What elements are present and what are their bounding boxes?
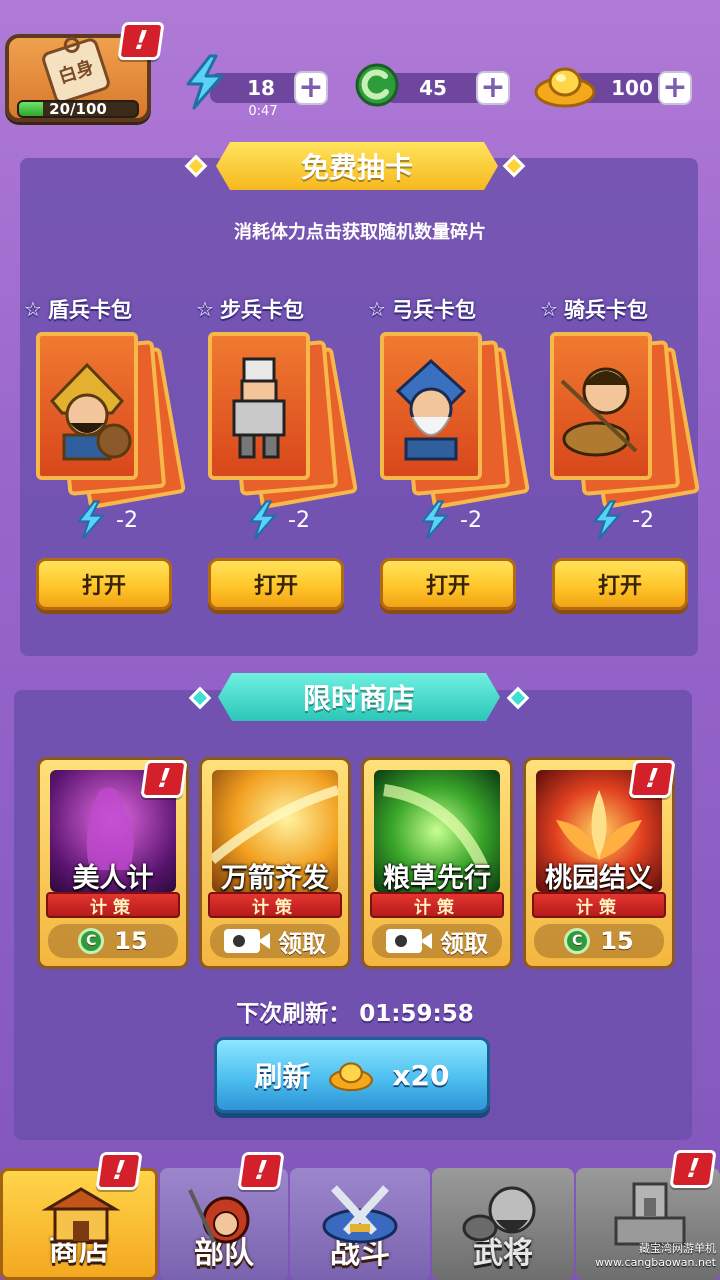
shop-item-tag: 计策 xyxy=(46,892,180,918)
energy-bolt-icon xyxy=(176,54,232,110)
shop-item-claim-label: 领取 xyxy=(440,929,488,958)
pack-card-cavalry[interactable] xyxy=(550,332,701,510)
shop-item-liangcaoxianxing[interactable]: 粮草先行 计策 领取 xyxy=(361,757,513,969)
shop-item-alert-icon: ! xyxy=(140,760,188,798)
shop-item-name: 美人计 xyxy=(72,863,154,894)
shop-item-tag: 计策 xyxy=(208,892,342,918)
shop-building-icon xyxy=(41,1185,121,1249)
pack-card-infantry[interactable] xyxy=(208,332,359,510)
pack-cost-infantry: -2 xyxy=(242,500,310,540)
shop-item-tag: 计策 xyxy=(532,892,666,918)
shop-item-tag: 计策 xyxy=(370,892,504,918)
pack-cost-value: -2 xyxy=(116,507,138,533)
pack-cost-value: -2 xyxy=(632,507,654,533)
nav-alert-icon: ! xyxy=(95,1152,143,1190)
shop-item-name: 万箭齐发 xyxy=(221,863,329,894)
star-icon: ☆ xyxy=(540,297,558,321)
shop-item-wanjianqifa[interactable]: 万箭齐发 计策 领取 xyxy=(199,757,351,969)
exp-progress-bar: 20/100 xyxy=(17,100,139,118)
shop-item-claim-label: 领取 xyxy=(278,929,326,958)
pack-name: 弓兵卡包 xyxy=(391,298,476,322)
shop-item-alert-icon: ! xyxy=(628,760,676,798)
infantry-soldier-portrait xyxy=(208,332,310,480)
site-watermark: 藏宝湾网游单机 www.cangbaowan.net xyxy=(595,1242,716,1269)
free-draw-title: 免费抽卡 xyxy=(216,142,498,190)
troops-helmet-icon xyxy=(184,1186,264,1250)
exp-progress-text: 20/100 xyxy=(49,100,107,118)
archer-soldier-portrait xyxy=(380,332,482,480)
refresh-button-label: 刷新 xyxy=(254,1060,311,1093)
refresh-countdown-label: 下次刷新： xyxy=(236,1001,352,1027)
jade-coin-icon: C xyxy=(564,928,591,954)
jade-coin-icon xyxy=(352,60,402,110)
shop-item-price-value: 15 xyxy=(600,927,634,955)
shield-soldier-portrait xyxy=(36,332,138,480)
shop-item-price[interactable]: C 15 xyxy=(534,924,664,958)
energy-timer: 0:47 xyxy=(248,104,278,119)
shop-item-name: 桃园结义 xyxy=(545,863,653,894)
pack-name: 步兵卡包 xyxy=(219,298,304,322)
pack-title-archer: ☆ 弓兵卡包 xyxy=(368,294,476,324)
nav-tab-battle[interactable]: 战斗 xyxy=(290,1168,430,1280)
pack-cost-cavalry: -2 xyxy=(586,500,654,540)
energy-bolt-icon xyxy=(586,500,626,540)
refresh-button-cost: x20 xyxy=(392,1058,450,1092)
energy-bolt-icon xyxy=(242,500,282,540)
add-gold-button[interactable]: + xyxy=(658,71,692,105)
cavalry-soldier-portrait xyxy=(550,332,652,480)
shop-item-price-value: 15 xyxy=(114,927,148,955)
shop-item-claim-button[interactable]: 领取 xyxy=(372,924,502,958)
rank-alert-icon: ! xyxy=(117,22,165,60)
star-icon: ☆ xyxy=(24,297,42,321)
limited-shop-title: 限时商店 xyxy=(218,673,500,721)
video-camera-icon xyxy=(386,929,432,953)
pack-title-shield: ☆ 盾兵卡包 xyxy=(24,294,132,324)
rank-tag-icon: 白身 xyxy=(40,36,112,106)
pack-name: 盾兵卡包 xyxy=(47,298,132,322)
jade-coin-icon: C xyxy=(78,928,105,954)
pack-cost-shield: -2 xyxy=(70,500,138,540)
pack-cost-archer: -2 xyxy=(414,500,482,540)
energy-bolt-icon xyxy=(70,500,110,540)
pack-card-archer[interactable] xyxy=(380,332,531,510)
add-energy-button[interactable]: + xyxy=(294,71,328,105)
open-pack-cavalry-button[interactable]: 打开 xyxy=(552,558,688,610)
open-pack-infantry-button[interactable]: 打开 xyxy=(208,558,344,610)
add-jade-button[interactable]: + xyxy=(476,71,510,105)
star-icon: ☆ xyxy=(196,297,214,321)
rank-tag-label: 白身 xyxy=(56,56,97,88)
gold-ingot-icon xyxy=(534,60,596,110)
pack-name: 骑兵卡包 xyxy=(563,298,648,322)
jade-value: 45 xyxy=(419,76,447,100)
crossed-swords-icon xyxy=(320,1182,400,1250)
general-portrait-icon xyxy=(462,1176,546,1248)
video-camera-icon xyxy=(224,929,270,953)
pack-title-infantry: ☆ 步兵卡包 xyxy=(196,294,304,324)
refresh-shop-button[interactable]: 刷新 x20 xyxy=(214,1037,490,1113)
pack-card-shield[interactable] xyxy=(36,332,187,510)
shop-item-price[interactable]: C 15 xyxy=(48,924,178,958)
energy-bolt-icon xyxy=(414,500,454,540)
gold-ingot-icon xyxy=(322,1057,380,1093)
nav-alert-icon: ! xyxy=(237,1152,285,1190)
refresh-countdown-time: 01:59:58 xyxy=(359,1001,474,1027)
shop-item-name: 粮草先行 xyxy=(383,863,491,894)
gold-value: 100 xyxy=(611,76,653,100)
nav-alert-icon: ! xyxy=(669,1150,717,1188)
nav-tab-generals[interactable]: 武将 xyxy=(432,1168,574,1280)
star-icon: ☆ xyxy=(368,297,386,321)
free-draw-subtitle: 消耗体力点击获取随机数量碎片 xyxy=(234,222,486,243)
pack-cost-value: -2 xyxy=(460,507,482,533)
pack-cost-value: -2 xyxy=(288,507,310,533)
energy-value: 18 xyxy=(247,76,275,100)
open-pack-archer-button[interactable]: 打开 xyxy=(380,558,516,610)
refresh-countdown: 下次刷新： 01:59:58 xyxy=(0,994,710,1028)
pack-title-cavalry: ☆ 骑兵卡包 xyxy=(540,294,648,324)
open-pack-shield-button[interactable]: 打开 xyxy=(36,558,172,610)
shop-item-claim-button[interactable]: 领取 xyxy=(210,924,340,958)
